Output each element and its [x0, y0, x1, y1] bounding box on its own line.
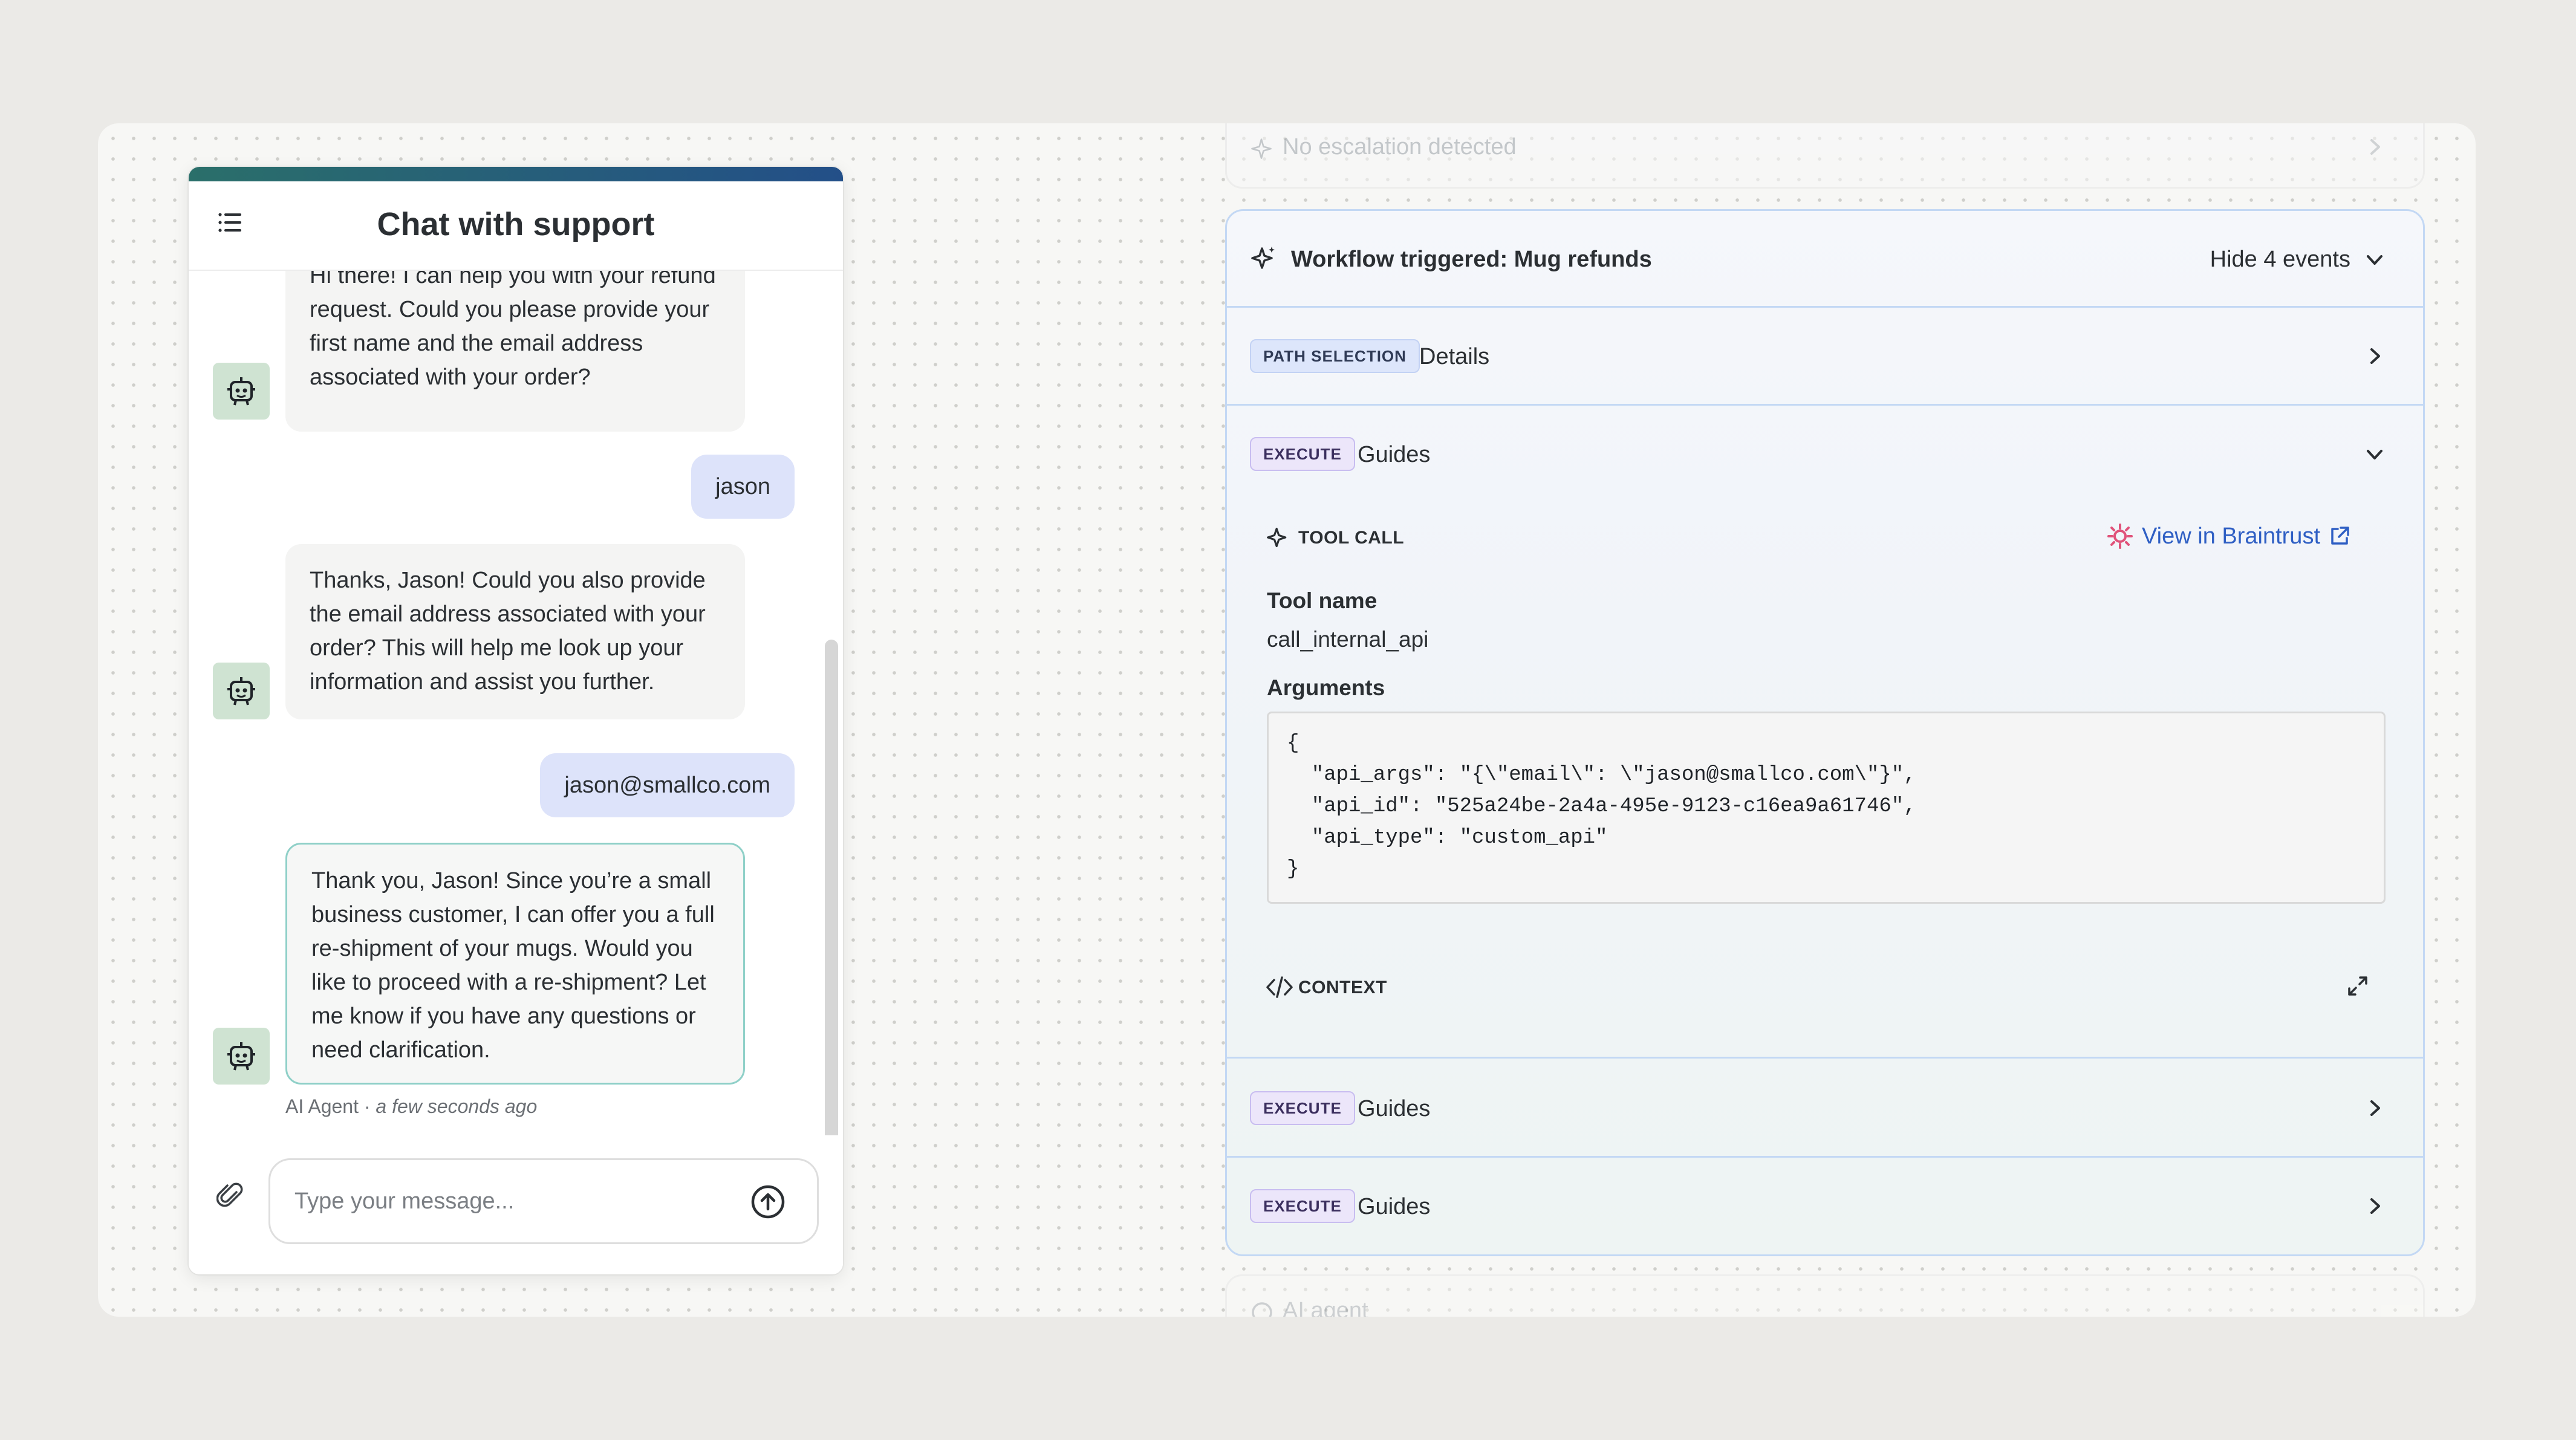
message-timestamp: a few seconds ago: [376, 1095, 538, 1117]
app-canvas: Chat with support Hi there! I can help y…: [98, 123, 2476, 1317]
tool-call-caption: TOOL CALL: [1298, 528, 1405, 548]
workflow-card: Workflow triggered: Mug refunds Hide 4 e…: [1225, 209, 2425, 1256]
view-in-braintrust-link[interactable]: View in Braintrust: [2107, 523, 2350, 550]
hide-events-toggle[interactable]: Hide 4 events: [2210, 211, 2350, 308]
bot-avatar-icon: [213, 1028, 270, 1085]
chevron-right-icon[interactable]: [2363, 1096, 2387, 1120]
bot-avatar-icon: [213, 363, 270, 420]
arguments-label: Arguments: [1267, 675, 1385, 700]
message-author: AI Agent: [285, 1095, 359, 1117]
execute-badge: EXECUTE: [1250, 437, 1355, 471]
path-selection-badge: PATH SELECTION: [1250, 339, 1420, 373]
agent-status-icon: [1252, 1302, 1272, 1317]
sparkle-icon: [1251, 138, 1272, 159]
paperclip-icon[interactable]: [216, 1180, 244, 1210]
send-arrow-icon[interactable]: [750, 1184, 786, 1220]
event-row-path-selection[interactable]: PATH SELECTION Details: [1227, 308, 2423, 406]
chevron-down-icon[interactable]: [2363, 247, 2387, 271]
chevron-right-icon: [2370, 139, 2380, 155]
agent-message: Thanks, Jason! Could you also provide th…: [285, 544, 745, 719]
chat-title: Chat with support: [377, 206, 655, 242]
agent-message: Hi there! I can help you with your refun…: [285, 271, 745, 432]
user-message: jason@smallco.com: [540, 753, 795, 817]
event-label: Details: [1419, 344, 1490, 369]
context-caption: CONTEXT: [1298, 978, 1387, 997]
chevron-right-icon[interactable]: [2363, 1194, 2387, 1218]
agent-message-latest: Thank you, Jason! Since you’re a small b…: [285, 843, 745, 1085]
escalation-status: No escalation detected: [1283, 134, 1517, 160]
execute-badge: EXECUTE: [1250, 1189, 1355, 1223]
chat-scrollbar[interactable]: [825, 640, 838, 1135]
event-label: Guides: [1358, 1096, 1431, 1121]
event-label: Guides: [1358, 1194, 1431, 1219]
chevron-down-icon[interactable]: [2363, 442, 2387, 466]
ai-agent-label: AI agent: [1283, 1298, 1368, 1317]
ai-agent-card[interactable]: AI agent: [1225, 1274, 2425, 1317]
event-row-execute[interactable]: EXECUTE Guides: [1227, 1060, 2423, 1158]
workflow-header[interactable]: Workflow triggered: Mug refunds Hide 4 e…: [1227, 211, 2423, 308]
braintrust-icon: [2107, 524, 2133, 549]
tool-name-value: call_internal_api: [1267, 627, 1429, 652]
chat-header: Chat with support: [189, 181, 843, 271]
code-brackets-icon: [1266, 976, 1293, 998]
escalation-card[interactable]: No escalation detected: [1225, 123, 2425, 189]
chat-transcript[interactable]: Hi there! I can help you with your refun…: [189, 271, 843, 1135]
sparkle-icon: [1251, 247, 1275, 269]
sparkle-icon: [1267, 527, 1287, 548]
chat-accent-bar: [189, 167, 843, 181]
workflow-title: Workflow triggered: Mug refunds: [1291, 247, 1652, 272]
message-meta: AI Agent · a few seconds ago: [285, 1095, 537, 1118]
execute-badge: EXECUTE: [1250, 1091, 1355, 1125]
chevron-right-icon[interactable]: [2363, 344, 2387, 368]
event-row-execute[interactable]: EXECUTE Guides: [1227, 1158, 2423, 1254]
chat-widget: Chat with support Hi there! I can help y…: [189, 167, 843, 1274]
event-label: Guides: [1358, 442, 1431, 467]
braintrust-link-text: View in Braintrust: [2142, 523, 2320, 549]
bot-avatar-icon: [213, 663, 270, 719]
user-message: jason: [691, 455, 795, 519]
external-link-icon: [2331, 527, 2349, 545]
message-composer: [189, 1135, 843, 1274]
message-input[interactable]: [268, 1158, 819, 1244]
meta-separator: ·: [358, 1095, 376, 1117]
arguments-code-block: { "api_args": "{\"email\": \"jason@small…: [1267, 712, 2386, 904]
expand-icon[interactable]: [2346, 974, 2370, 998]
event-row-execute-expanded: EXECUTE Guides TOOL CALL View in Braintr…: [1227, 406, 2423, 1059]
tool-name-label: Tool name: [1267, 588, 1377, 613]
